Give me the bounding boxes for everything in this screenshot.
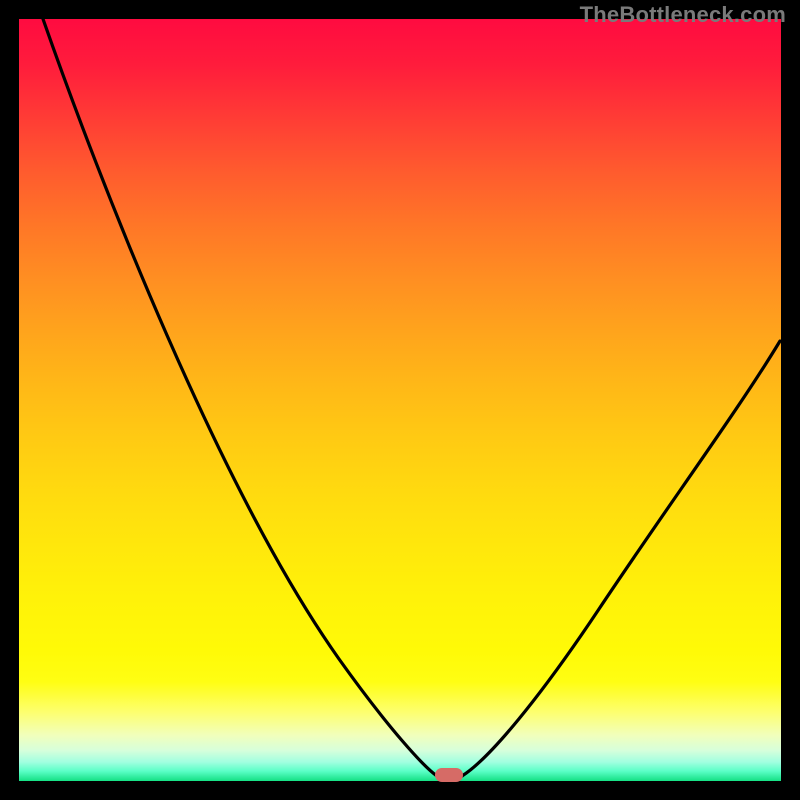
curve-right-branch <box>462 341 780 776</box>
optimal-point-marker <box>435 768 463 782</box>
watermark-text: TheBottleneck.com <box>580 2 786 28</box>
chart-plot-area <box>19 19 781 781</box>
curve-left-branch <box>43 19 437 776</box>
bottleneck-curve <box>19 19 781 781</box>
